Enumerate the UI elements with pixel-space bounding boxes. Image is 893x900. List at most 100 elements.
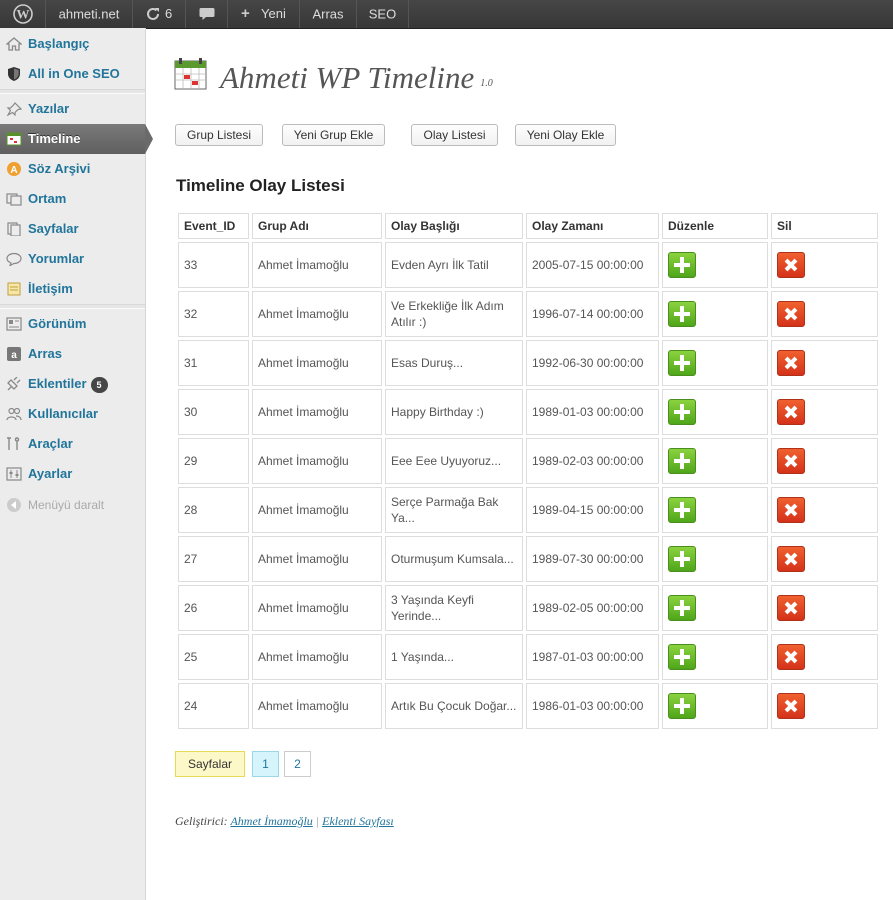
sidebar-item-timeline[interactable]: Timeline <box>0 124 153 154</box>
sidebar-item-dashboard[interactable]: Başlangıç <box>0 29 145 59</box>
new-content-button[interactable]: + Yeni <box>228 0 300 28</box>
delete-x-icon[interactable] <box>777 497 805 523</box>
cell-delete <box>771 242 878 288</box>
delete-x-icon[interactable] <box>777 301 805 327</box>
updates-button[interactable]: 6 <box>133 0 186 28</box>
sidebar-item-label: Ayarlar <box>28 466 73 481</box>
wordpress-icon: W <box>13 4 33 24</box>
delete-x-icon[interactable] <box>777 448 805 474</box>
edit-plus-icon[interactable] <box>668 693 696 719</box>
comments-button[interactable] <box>186 0 228 28</box>
sidebar-item-label: Eklentiler 5 <box>28 369 108 399</box>
sidebar-item-tools[interactable]: Araçlar <box>0 429 145 459</box>
cell-group-name: Ahmet İmamoğlu <box>252 683 382 729</box>
pagination-page-2[interactable]: 2 <box>284 751 311 777</box>
column-header-edit: Düzenle <box>662 213 768 239</box>
sidebar-item-label: Sayfalar <box>28 221 79 236</box>
delete-x-icon[interactable] <box>777 350 805 376</box>
pages-icon <box>7 222 21 236</box>
admin-bar-seo-label: SEO <box>368 6 397 22</box>
edit-plus-icon[interactable] <box>668 252 696 278</box>
event-list-button[interactable]: Olay Listesi <box>411 124 498 146</box>
wordpress-logo-button[interactable]: W <box>0 0 46 28</box>
sidebar-item-plugins[interactable]: Eklentiler 5 <box>0 369 145 399</box>
delete-x-icon[interactable] <box>777 252 805 278</box>
sidebar-item-quote-archive[interactable]: A Söz Arşivi <box>0 154 145 184</box>
cell-group-name: Ahmet İmamoğlu <box>252 340 382 386</box>
cell-event-title: Serçe Parmağa Bak Ya... <box>385 487 523 533</box>
sidebar-item-label: İletişim <box>28 281 73 296</box>
collapse-menu-button[interactable]: Menüyü daralt <box>0 490 145 520</box>
sidebar-item-posts[interactable]: Yazılar <box>0 94 145 124</box>
edit-plus-icon[interactable] <box>668 644 696 670</box>
column-header-event-id: Event_ID <box>178 213 249 239</box>
delete-x-icon[interactable] <box>777 644 805 670</box>
sidebar-item-comments[interactable]: Yorumlar <box>0 244 145 274</box>
cell-delete <box>771 291 878 337</box>
cell-event-id: 24 <box>178 683 249 729</box>
sidebar-item-pages[interactable]: Sayfalar <box>0 214 145 244</box>
developer-link[interactable]: Ahmet İmamoğlu <box>230 814 312 828</box>
column-header-delete: Sil <box>771 213 878 239</box>
cell-group-name: Ahmet İmamoğlu <box>252 389 382 435</box>
cell-event-title: Eee Eee Uyuyoruz... <box>385 438 523 484</box>
plugin-version: 1.0 <box>480 78 493 89</box>
table-row: 32 Ahmet İmamoğlu Ve Erkekliğe İlk Adım At… <box>178 291 878 337</box>
cell-event-id: 26 <box>178 585 249 631</box>
pagination-page-1[interactable]: 1 <box>252 751 279 777</box>
cell-delete <box>771 536 878 582</box>
edit-plus-icon[interactable] <box>668 546 696 572</box>
sidebar-item-all-in-one-seo[interactable]: All in One SEO <box>0 59 145 89</box>
group-list-button[interactable]: Grup Listesi <box>175 124 263 146</box>
admin-bar-arras-link[interactable]: Arras <box>300 0 357 28</box>
plugins-update-badge: 5 <box>90 376 108 393</box>
sidebar-item-label: All in One SEO <box>28 66 120 81</box>
new-group-button[interactable]: Yeni Grup Ekle <box>282 124 385 146</box>
sidebar-item-settings[interactable]: Ayarlar <box>0 459 145 489</box>
sidebar-item-label: Söz Arşivi <box>28 161 91 176</box>
table-row: 24 Ahmet İmamoğlu Artık Bu Çocuk Doğar... 1… <box>178 683 878 729</box>
sidebar-item-appearance[interactable]: Görünüm <box>0 309 145 339</box>
cell-group-name: Ahmet İmamoğlu <box>252 585 382 631</box>
delete-x-icon[interactable] <box>777 546 805 572</box>
refresh-icon <box>147 7 159 20</box>
sidebar-item-users[interactable]: Kullanıcılar <box>0 399 145 429</box>
cell-event-id: 32 <box>178 291 249 337</box>
site-name-link[interactable]: ahmeti.net <box>46 0 133 28</box>
footer-prefix: Geliştirici: <box>175 814 228 828</box>
sidebar-item-label: Kullanıcılar <box>28 406 99 421</box>
sidebar-item-media[interactable]: Ortam <box>0 184 145 214</box>
new-event-button[interactable]: Yeni Olay Ekle <box>515 124 616 146</box>
svg-text:A: A <box>10 165 17 176</box>
delete-x-icon[interactable] <box>777 595 805 621</box>
cell-edit <box>662 389 768 435</box>
cell-edit <box>662 683 768 729</box>
edit-plus-icon[interactable] <box>668 350 696 376</box>
sidebar-item-label: Başlangıç <box>28 36 90 51</box>
quote-icon: A <box>7 162 21 176</box>
cell-edit <box>662 634 768 680</box>
cell-event-time: 1989-02-05 00:00:00 <box>526 585 659 631</box>
cell-event-id: 31 <box>178 340 249 386</box>
edit-plus-icon[interactable] <box>668 448 696 474</box>
section-title: Timeline Olay Listesi <box>176 176 345 195</box>
collapse-menu-label: Menüyü daralt <box>28 498 105 512</box>
cell-event-title: Ve Erkekliğe İlk Adım Atılır :) <box>385 291 523 337</box>
sidebar-item-label: Araçlar <box>28 436 73 451</box>
table-row: 30 Ahmet İmamoğlu Happy Birthday :) 1989-01… <box>178 389 878 435</box>
cell-edit <box>662 585 768 631</box>
delete-x-icon[interactable] <box>777 693 805 719</box>
sidebar-item-contact[interactable]: İletişim <box>0 274 145 304</box>
edit-plus-icon[interactable] <box>668 301 696 327</box>
plugin-page-link[interactable]: Eklenti Sayfası <box>322 814 394 828</box>
sidebar-item-label: Yazılar <box>28 101 70 116</box>
sidebar-item-label: Timeline <box>28 131 81 146</box>
cell-event-time: 1992-06-30 00:00:00 <box>526 340 659 386</box>
cell-event-title: Artık Bu Çocuk Doğar... <box>385 683 523 729</box>
edit-plus-icon[interactable] <box>668 497 696 523</box>
edit-plus-icon[interactable] <box>668 595 696 621</box>
admin-bar-seo-link[interactable]: SEO <box>357 0 409 28</box>
edit-plus-icon[interactable] <box>668 399 696 425</box>
delete-x-icon[interactable] <box>777 399 805 425</box>
sidebar-item-arras[interactable]: a Arras <box>0 339 145 369</box>
